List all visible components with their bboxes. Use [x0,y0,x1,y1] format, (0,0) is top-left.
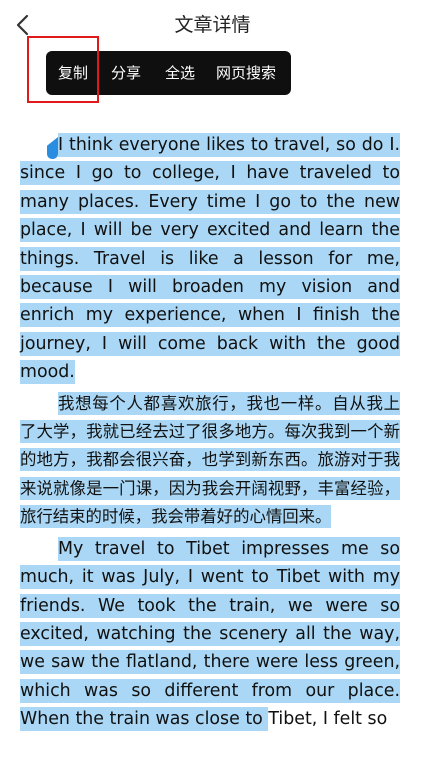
article-paragraph: My travel to Tibet impresses me so much,… [20,535,400,734]
selected-text[interactable]: I think everyone likes to travel, so do … [20,133,400,385]
text-selection-menu: 复制 分享 全选 网页搜索 [46,51,291,95]
header-bar: 文章详情 [0,0,425,52]
selected-text[interactable]: 我想每个人都喜欢旅行，我也一样。自从我上了大学，我就已经去过了很多地方。每次我到… [20,391,400,529]
selected-text[interactable]: My travel to Tibet impresses me so much,… [20,536,400,732]
page-title: 文章详情 [174,14,251,36]
article-paragraph: 我想每个人都喜欢旅行，我也一样。自从我上了大学，我就已经去过了很多地方。每次我到… [20,390,400,532]
web-search-button[interactable]: 网页搜索 [216,51,276,95]
share-button[interactable]: 分享 [111,51,141,95]
unselected-text: Tibet, I felt so [268,709,388,730]
article-paragraph: I think everyone likes to travel, so do … [20,131,400,387]
select-all-button[interactable]: 全选 [165,51,195,95]
article-body: I think everyone likes to travel, so do … [20,131,400,734]
copy-button[interactable]: 复制 [58,51,88,95]
